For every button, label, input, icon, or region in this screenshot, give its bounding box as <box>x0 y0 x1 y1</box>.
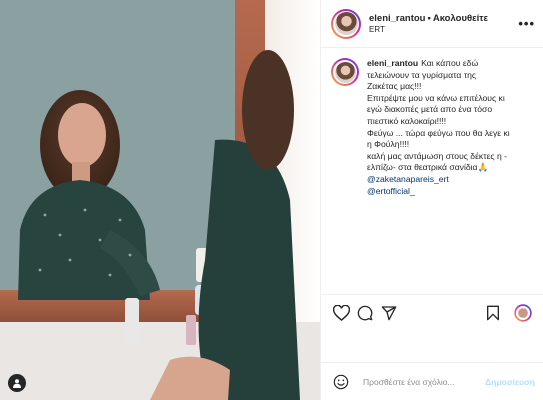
instagram-post: eleni_rantou • Ακολουθείτε ERT ••• eleni_r… <box>0 0 543 400</box>
share-icon <box>381 305 397 320</box>
caption-line: η Φούλη!!!! <box>367 139 410 150</box>
user-tag-button[interactable] <box>8 374 26 392</box>
caption-line: Και κάπου εδώ <box>421 58 479 68</box>
post-comment-button[interactable]: Δημοσίευση <box>485 377 535 387</box>
likes-area <box>321 330 543 362</box>
following-button[interactable]: Ακολουθείτε <box>433 13 488 24</box>
share-button[interactable] <box>377 301 401 325</box>
post-sidebar: eleni_rantou • Ακολουθείτε ERT ••• eleni_r… <box>320 0 543 400</box>
mention-link[interactable]: @zaketanapareis_ert <box>367 174 510 186</box>
emoji-icon <box>333 374 349 389</box>
caption-area: eleni_rantou Και κάπου εδώ τελειώνουν τα … <box>321 48 543 294</box>
emoji-button[interactable] <box>329 370 353 394</box>
caption-line: Ζακέτας μας!!! <box>367 81 422 92</box>
caption-line: Επιτρέψτε μου να κάνω επιτέλους κι <box>367 92 505 103</box>
account-story-button[interactable] <box>511 301 535 325</box>
bookmark-icon <box>486 305 499 320</box>
mirror-scene-image <box>0 0 320 400</box>
caption-text: eleni_rantou Και κάπου εδώ τελειώνουν τα … <box>367 58 510 294</box>
location-label[interactable]: ERT <box>369 25 518 34</box>
post-header: eleni_rantou • Ακολουθείτε ERT ••• <box>321 0 543 48</box>
action-bar <box>321 294 543 330</box>
comment-button[interactable] <box>353 301 377 325</box>
separator-dot: • <box>427 13 431 24</box>
comment-input[interactable] <box>361 375 486 388</box>
caption-line: πιεστικό καλοκαίρι!!!! <box>367 115 447 126</box>
header-text: eleni_rantou • Ακολουθείτε ERT <box>369 13 518 34</box>
profile-ring-icon <box>514 303 532 322</box>
mention-link[interactable]: @ertofficial_ <box>367 186 510 198</box>
comment-icon <box>357 305 373 320</box>
save-button[interactable] <box>481 301 505 325</box>
caption-avatar[interactable] <box>331 58 359 86</box>
caption-line: ελπίζω- στα θεατρικά σανίδια🙏 <box>367 162 489 173</box>
username-link[interactable]: eleni_rantou <box>369 13 426 24</box>
caption-line: καλή μας αντάμωση στους δέκτες η - <box>367 150 507 161</box>
caption-line: τελειώνουν τα γυρίσματα της <box>367 69 477 80</box>
user-tag-icon <box>13 379 21 388</box>
caption-line: εγώ διακοπές μετά απο ένα τόσο <box>367 104 493 115</box>
heart-icon <box>332 304 350 321</box>
caption-username[interactable]: eleni_rantou <box>367 58 418 68</box>
caption-line: Φεύγω ... τώρα φεύγω που θα λεγε κι <box>367 127 510 138</box>
comment-bar: Δημοσίευση <box>321 362 543 400</box>
post-photo[interactable] <box>0 0 320 400</box>
like-button[interactable] <box>329 301 353 325</box>
avatar[interactable] <box>331 8 361 39</box>
more-options-icon[interactable]: ••• <box>518 16 535 31</box>
